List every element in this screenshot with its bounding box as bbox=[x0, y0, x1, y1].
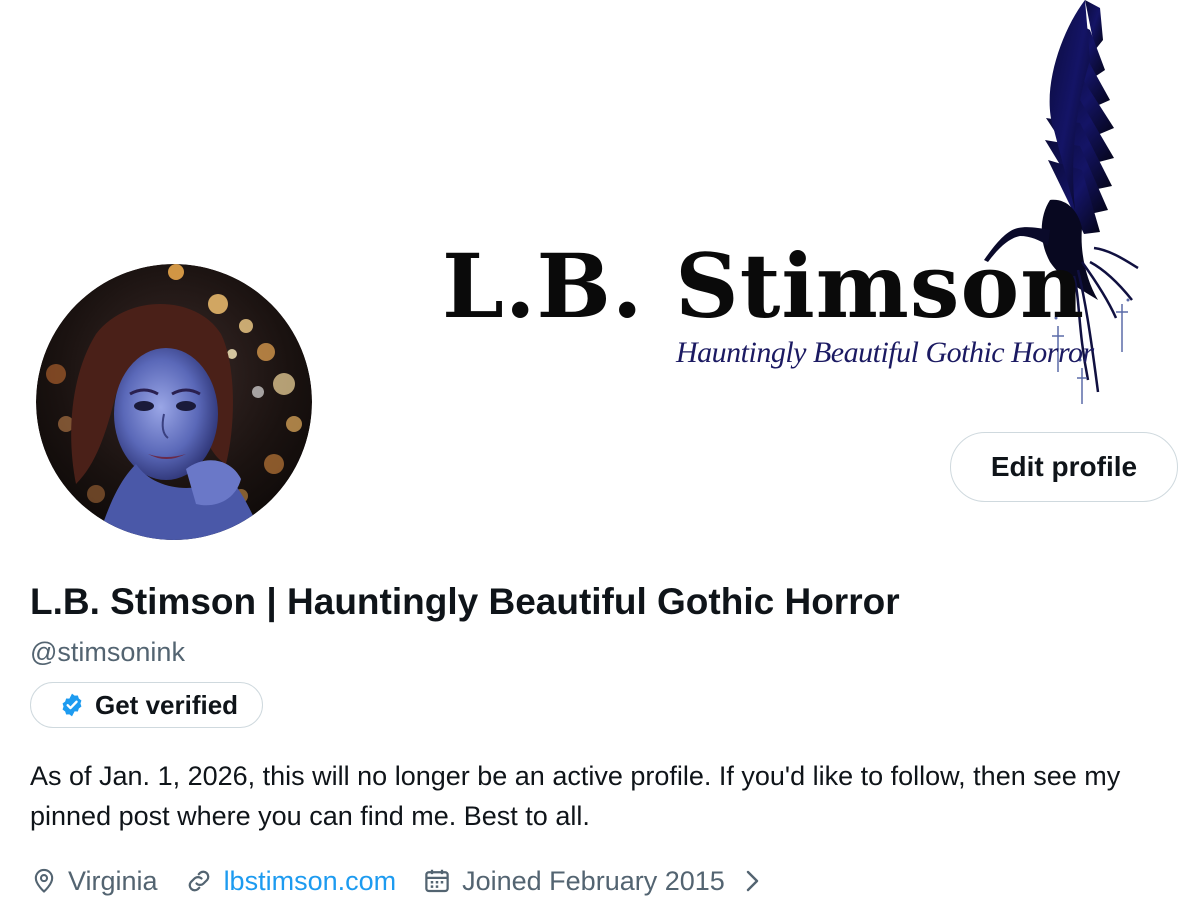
get-verified-button[interactable]: Get verified bbox=[30, 682, 264, 728]
website-link[interactable]: lbstimson.com bbox=[224, 866, 397, 897]
joined-text: Joined February 2015 bbox=[462, 865, 725, 896]
profile-meta-row: Virginia lbstimson.com Joined February 2… bbox=[30, 858, 789, 904]
profile-bio: As of Jan. 1, 2026, this will no longer … bbox=[30, 761, 1121, 831]
avatar[interactable] bbox=[36, 264, 312, 540]
location-item: Virginia bbox=[30, 866, 158, 897]
map-pin-icon bbox=[30, 867, 58, 895]
avatar-photo bbox=[36, 264, 312, 540]
calendar-icon bbox=[422, 866, 452, 896]
joined-item[interactable]: Joined February 2015 bbox=[422, 866, 763, 897]
user-handle: @stimsonink bbox=[30, 637, 185, 667]
verified-badge-icon bbox=[59, 692, 85, 718]
chevron-right-icon bbox=[741, 868, 763, 894]
website-item[interactable]: lbstimson.com bbox=[184, 866, 397, 897]
banner-title: L.B. Stimson bbox=[442, 234, 1086, 338]
profile-page: L.B. Stimson Hauntingly Beautiful Gothic… bbox=[0, 0, 1200, 924]
link-icon bbox=[184, 866, 214, 896]
get-verified-label: Get verified bbox=[95, 689, 239, 720]
location-text: Virginia bbox=[68, 865, 158, 896]
banner-tagline: Hauntingly Beautiful Gothic Horror bbox=[676, 336, 1094, 369]
display-name: L.B. Stimson | Hauntingly Beautiful Goth… bbox=[30, 581, 900, 622]
edit-profile-button[interactable]: Edit profile bbox=[950, 432, 1178, 502]
